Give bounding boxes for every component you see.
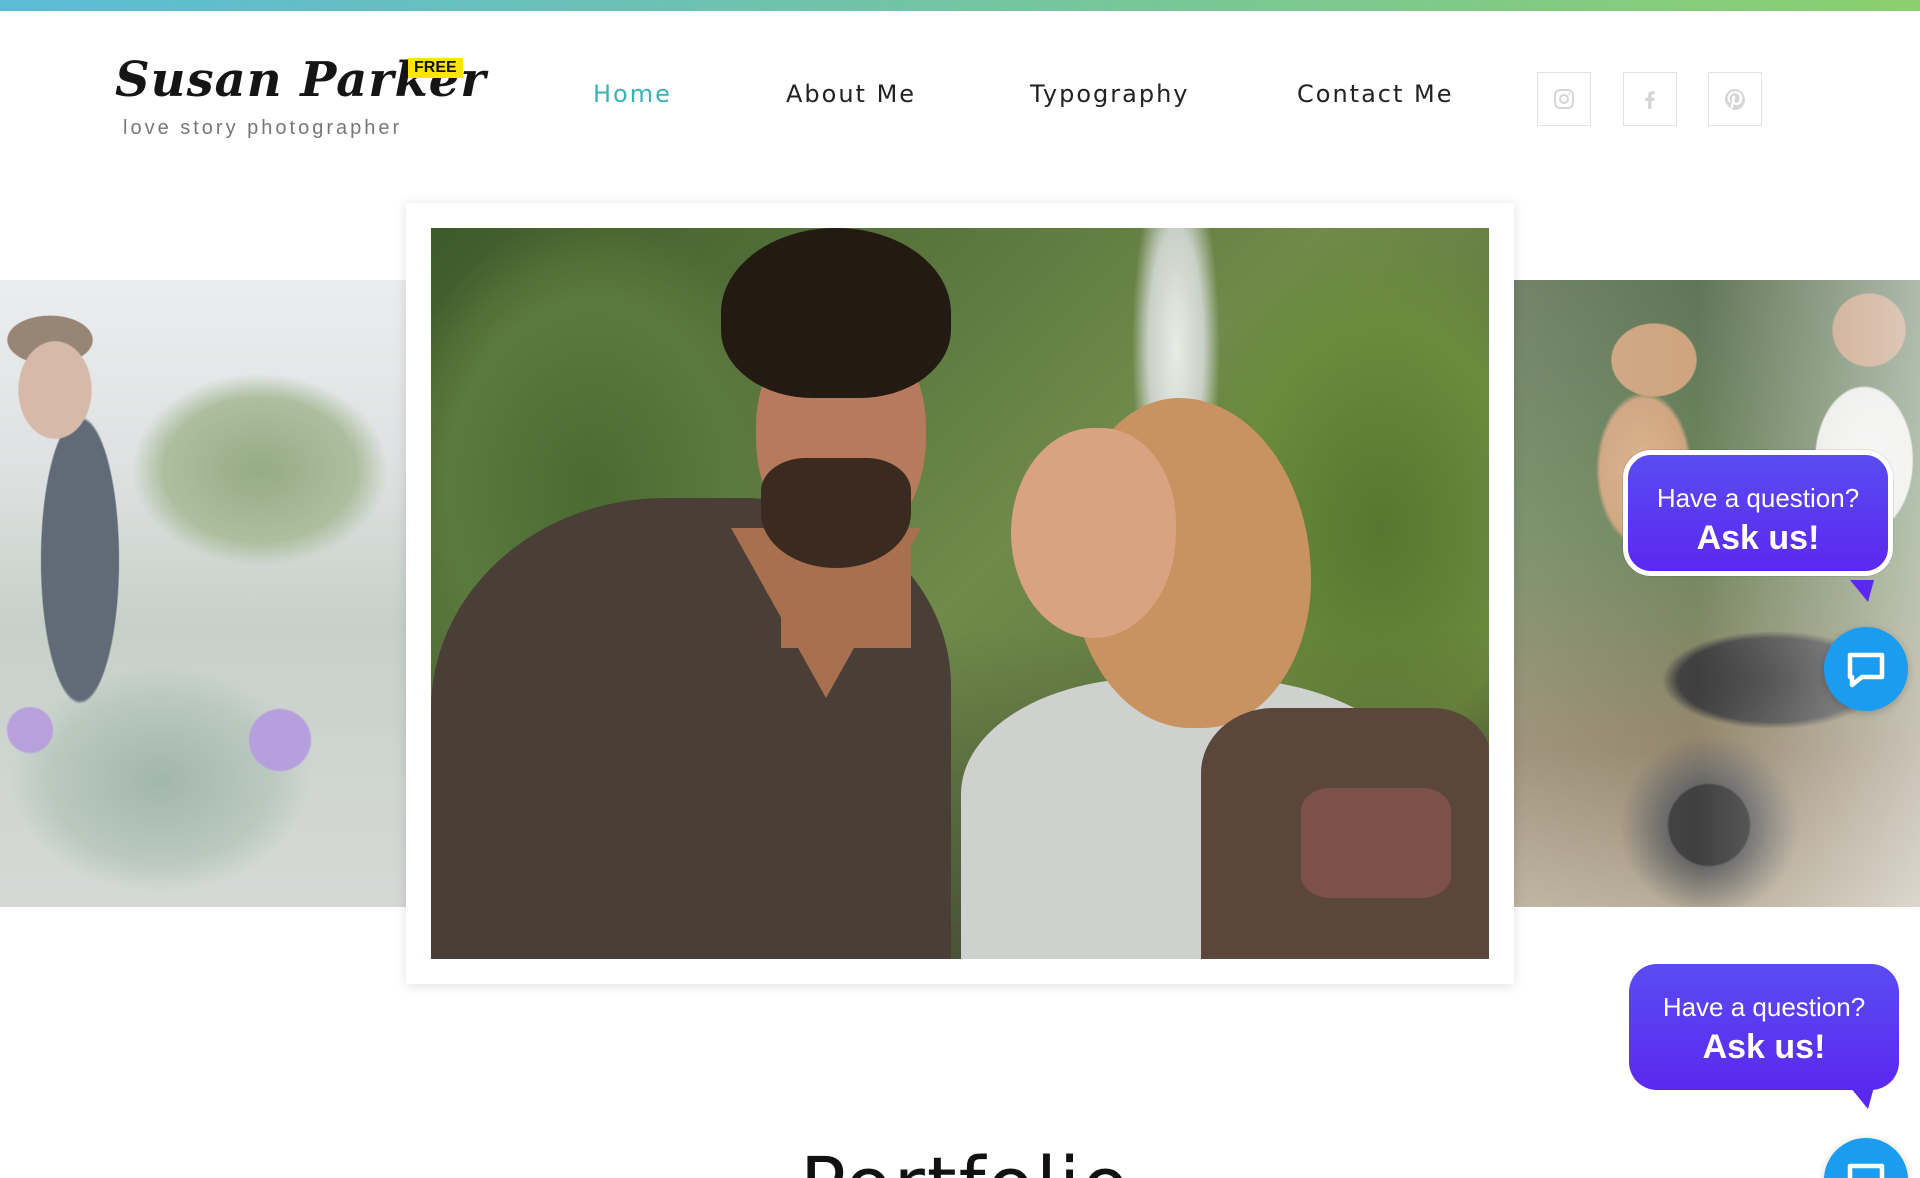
chat-icon [1847,652,1885,688]
portfolio-heading: Portfolio [800,1140,1131,1178]
nav-item-typography[interactable]: Typography [1030,80,1190,108]
page: Susan Parker FREE love story photographe… [0,0,1920,1178]
nav-item-home[interactable]: Home [593,80,672,108]
chat-launcher-button[interactable] [1824,627,1908,711]
chat-prompt-bubble-secondary[interactable]: Have a question? Ask us! [1629,964,1899,1090]
chat-bubble-tail-secondary [1850,1087,1874,1109]
logo-subtitle: love story photographer [123,117,403,139]
chat-bubble-tail [1850,580,1874,602]
chat-cta: Ask us! [1696,519,1820,557]
chat-cta-secondary: Ask us! [1702,1028,1826,1066]
free-badge: FREE [408,58,463,78]
chat-question-secondary: Have a question? [1662,992,1866,1022]
nav-item-contact-me[interactable]: Contact Me [1297,80,1453,108]
facebook-link[interactable] [1623,72,1677,126]
chat-prompt-bubble[interactable]: Have a question? Ask us! [1623,450,1893,576]
pinterest-link[interactable] [1708,72,1762,126]
pinterest-icon [1725,89,1745,110]
featured-slide-frame [406,203,1514,984]
top-gradient-bar [0,0,1920,11]
instagram-icon [1554,89,1574,109]
instagram-link[interactable] [1537,72,1591,126]
nav-item-about-me[interactable]: About Me [786,80,916,108]
chat-launcher-button-secondary[interactable] [1824,1138,1908,1178]
facebook-icon [1645,91,1655,109]
featured-photo-couple[interactable] [431,228,1489,959]
chat-icon-secondary [1847,1163,1885,1178]
chat-question: Have a question? [1656,483,1860,513]
slide-prev-bride-bouquet[interactable] [0,280,406,907]
